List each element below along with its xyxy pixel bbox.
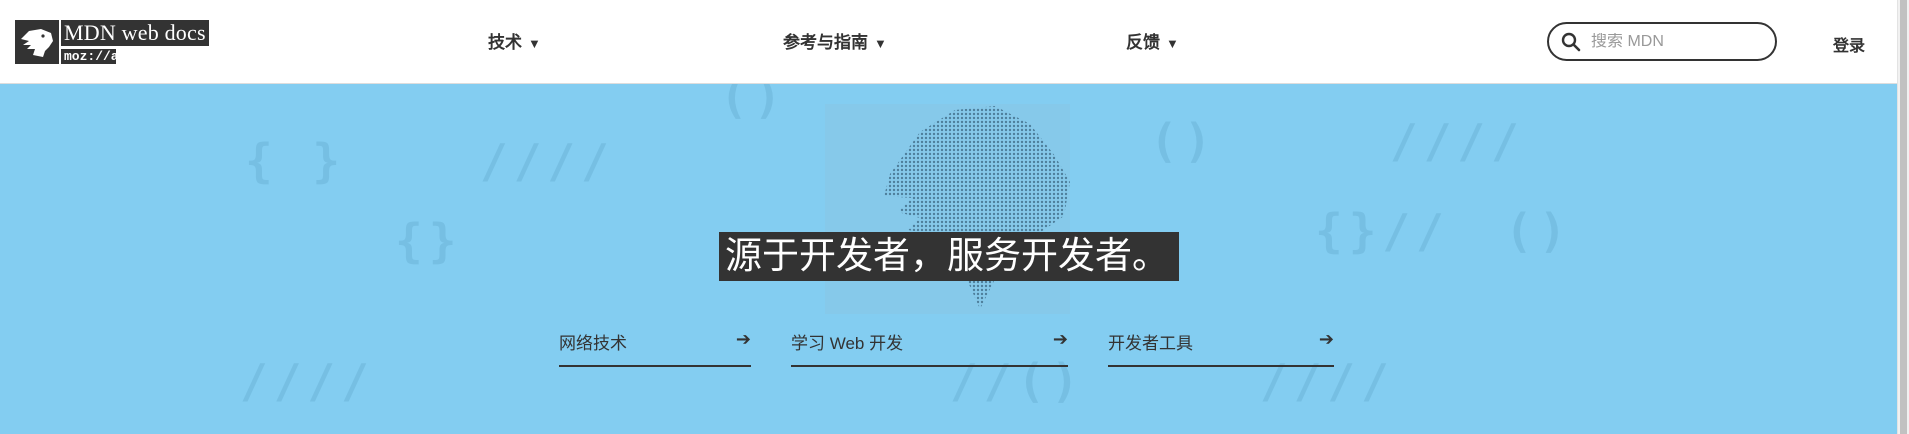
link-label: 网络技术 bbox=[559, 334, 627, 353]
scrollbar-thumb[interactable] bbox=[1900, 0, 1907, 434]
search-input[interactable] bbox=[1591, 32, 1761, 51]
hero-banner: { } //// () () //// {} {}// () //// //()… bbox=[0, 84, 1897, 434]
link-label: 开发者工具 bbox=[1108, 334, 1193, 353]
nav-item-references-guides[interactable]: 参考与指南 ▼ bbox=[783, 28, 887, 53]
background-pattern: () bbox=[1150, 114, 1218, 168]
background-pattern: {}// bbox=[1315, 204, 1450, 258]
nav-item-label: 反馈 bbox=[1126, 33, 1160, 52]
arrow-right-icon: ➔ bbox=[1318, 329, 1334, 349]
site-header: MDN web docs moz://a 技术 ▼ 参考与指南 ▼ 反馈 ▼ 登录 bbox=[0, 0, 1897, 84]
logo-title: MDN web docs bbox=[61, 20, 209, 46]
background-pattern: //// bbox=[480, 134, 615, 188]
vertical-scrollbar[interactable] bbox=[1897, 0, 1909, 434]
background-pattern: { } bbox=[245, 134, 347, 188]
background-pattern: {} bbox=[395, 214, 463, 268]
search-box[interactable] bbox=[1547, 22, 1777, 61]
dinosaur-head-illustration bbox=[884, 106, 1070, 309]
mdn-logo-link[interactable]: MDN web docs moz://a bbox=[15, 20, 209, 64]
login-link[interactable]: 登录 bbox=[1833, 32, 1865, 56]
arrow-right-icon: ➔ bbox=[735, 329, 751, 349]
dinosaur-logo-icon bbox=[15, 20, 59, 64]
learn-web-development-link[interactable]: 学习 Web 开发 ➔ bbox=[791, 329, 1068, 367]
page: MDN web docs moz://a 技术 ▼ 参考与指南 ▼ 反馈 ▼ 登录 {… bbox=[0, 0, 1909, 434]
nav-item-technologies[interactable]: 技术 ▼ bbox=[488, 28, 541, 53]
caret-down-icon: ▼ bbox=[1166, 36, 1179, 51]
web-technologies-link[interactable]: 网络技术 ➔ bbox=[559, 329, 751, 367]
nav-item-feedback[interactable]: 反馈 ▼ bbox=[1126, 28, 1179, 53]
background-pattern: () bbox=[720, 84, 788, 124]
caret-down-icon: ▼ bbox=[528, 36, 541, 51]
link-label: 学习 Web 开发 bbox=[791, 334, 904, 353]
arrow-right-icon: ➔ bbox=[1052, 329, 1068, 349]
background-pattern: //// bbox=[1390, 114, 1525, 168]
nav-item-label: 技术 bbox=[488, 33, 522, 52]
search-icon bbox=[1561, 32, 1581, 51]
logo-mozilla: moz://a bbox=[61, 49, 119, 64]
developer-tools-link[interactable]: 开发者工具 ➔ bbox=[1108, 329, 1334, 367]
background-pattern: //// bbox=[240, 354, 375, 408]
hero-tagline: 源于开发者，服务开发者。 bbox=[719, 232, 1179, 281]
nav-item-label: 参考与指南 bbox=[783, 33, 868, 52]
background-pattern: () bbox=[1505, 204, 1573, 258]
caret-down-icon: ▼ bbox=[874, 36, 887, 51]
